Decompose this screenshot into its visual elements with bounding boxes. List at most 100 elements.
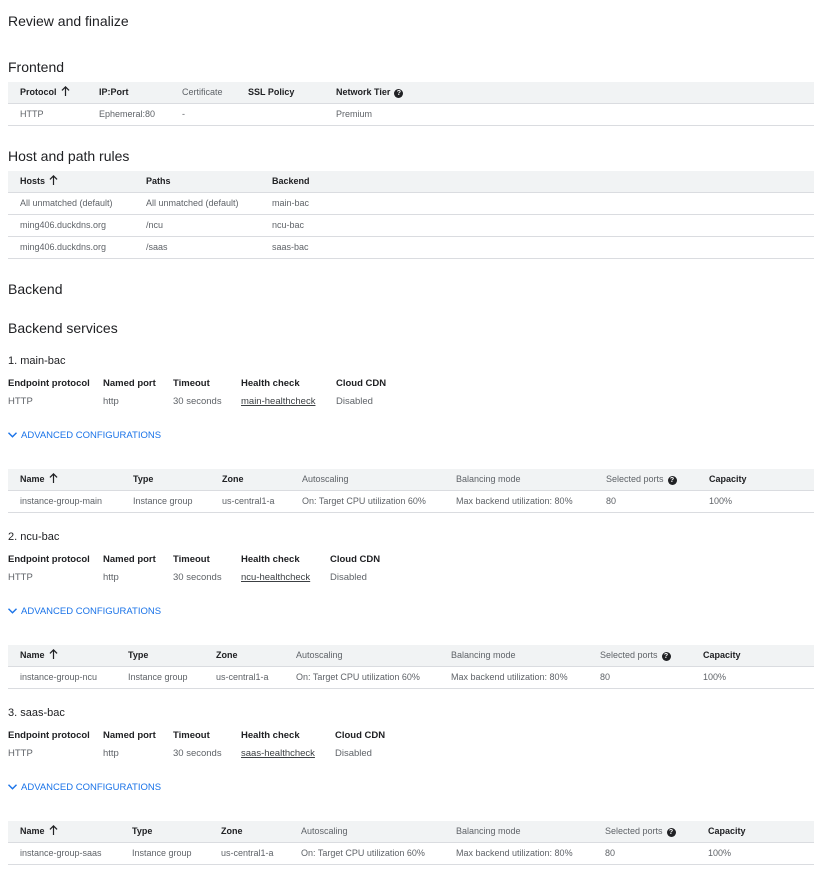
col-balancing-header: Balancing mode (451, 650, 516, 660)
named-port-label: Named port (103, 378, 156, 389)
table-header: Name Type Zone Autoscaling Balancing mod… (8, 821, 814, 843)
health-check-label: Health check (241, 730, 300, 741)
cell-name: instance-group-main (20, 496, 103, 506)
col-label: Hosts (20, 176, 46, 186)
cell-capacity: 100% (709, 496, 733, 506)
col-ipport-header: IP:Port (99, 87, 129, 97)
col-autoscaling-header: Autoscaling (296, 650, 343, 660)
health-check-link[interactable]: ncu-healthcheck (241, 572, 310, 583)
advanced-label: ADVANCED CONFIGURATIONS (21, 606, 162, 617)
col-label: Selected ports (600, 650, 658, 660)
col-networktier-header: Network Tier? (336, 82, 404, 103)
col-label: Name (20, 826, 45, 836)
cell-networktier: Premium (336, 109, 373, 119)
advanced-configurations-toggle[interactable]: ADVANCED CONFIGURATIONS (8, 782, 161, 793)
chevron-down-icon (8, 608, 17, 614)
health-check-link[interactable]: main-healthcheck (241, 396, 315, 407)
cell-backend: ncu-bac (272, 220, 305, 230)
backend-heading: Backend (8, 281, 63, 297)
named-port-value: http (103, 572, 119, 583)
col-backend-header: Backend (272, 176, 310, 186)
table-header: Name Type Zone Autoscaling Balancing mod… (8, 645, 814, 667)
col-name-header[interactable]: Name (20, 645, 58, 666)
col-label: Name (20, 650, 45, 660)
col-label: Selected ports (605, 826, 663, 836)
col-label: Network Tier (336, 87, 391, 97)
col-paths-header: Paths (146, 176, 171, 186)
help-icon[interactable]: ? (667, 476, 677, 485)
cell-autoscaling: On: Target CPU utilization 60% (302, 496, 426, 506)
endpoint-protocol-label: Endpoint protocol (8, 554, 90, 565)
advanced-configurations-toggle[interactable]: ADVANCED CONFIGURATIONS (8, 430, 161, 441)
col-label: Name (20, 474, 45, 484)
backend-services-heading: Backend services (8, 320, 118, 336)
cell-zone: us-central1-a (221, 848, 274, 858)
table-header: Hosts Paths Backend (8, 171, 814, 193)
cell-zone: us-central1-a (216, 672, 269, 682)
sort-up-icon (49, 175, 58, 185)
host-rules-heading: Host and path rules (8, 148, 130, 164)
host-rules-table: Hosts Paths Backend All unmatched (defau… (8, 171, 814, 259)
cell-type: Instance group (128, 672, 188, 682)
named-port-value: http (103, 748, 119, 759)
col-autoscaling-header: Autoscaling (301, 826, 348, 836)
timeout-label: Timeout (173, 730, 210, 741)
cloud-cdn-label: Cloud CDN (330, 554, 381, 565)
frontend-table: Protocol IP:Port Certificate SSL Policy … (8, 82, 814, 126)
help-icon[interactable]: ? (661, 652, 671, 661)
table-row: HTTP Ephemeral:80 - Premium (8, 104, 814, 126)
table-row: ming406.duckdns.org /saas saas-bac (8, 237, 814, 259)
cloud-cdn-label: Cloud CDN (335, 730, 386, 741)
health-check-label: Health check (241, 378, 300, 389)
endpoint-protocol-value: HTTP (8, 748, 33, 759)
col-type-header: Type (133, 474, 154, 484)
page-title: Review and finalize (8, 13, 129, 29)
cell-hosts: All unmatched (default) (20, 198, 113, 208)
cell-capacity: 100% (708, 848, 732, 858)
col-balancing-header: Balancing mode (456, 826, 521, 836)
col-name-header[interactable]: Name (20, 821, 58, 842)
col-type-header: Type (132, 826, 153, 836)
cloud-cdn-label: Cloud CDN (336, 378, 387, 389)
service-title: 2. ncu-bac (8, 531, 60, 543)
cell-certificate: - (182, 109, 185, 119)
cloud-cdn-value: Disabled (336, 396, 373, 407)
col-sslpolicy-header: SSL Policy (248, 87, 295, 97)
cell-paths: /ncu (146, 220, 164, 230)
col-zone-header: Zone (221, 826, 243, 836)
col-selected-ports-header: Selected ports? (600, 645, 671, 666)
col-selected-ports-header: Selected ports? (605, 821, 676, 842)
table-header: Protocol IP:Port Certificate SSL Policy … (8, 82, 814, 104)
named-port-label: Named port (103, 730, 156, 741)
sort-up-icon (49, 649, 58, 659)
col-capacity-header: Capacity (708, 826, 746, 836)
col-capacity-header: Capacity (709, 474, 747, 484)
col-hosts-header[interactable]: Hosts (20, 171, 58, 192)
cell-zone: us-central1-a (222, 496, 275, 506)
cell-autoscaling: On: Target CPU utilization 60% (301, 848, 425, 858)
cell-balancing: Max backend utilization: 80% (451, 672, 568, 682)
col-protocol-header[interactable]: Protocol (20, 82, 70, 103)
col-type-header: Type (128, 650, 149, 660)
help-icon[interactable]: ? (394, 89, 404, 98)
cell-backend: main-bac (272, 198, 310, 208)
timeout-value: 30 seconds (173, 396, 222, 407)
col-name-header[interactable]: Name (20, 469, 58, 490)
timeout-value: 30 seconds (173, 572, 222, 583)
cell-name: instance-group-saas (20, 848, 102, 858)
col-label: Selected ports (606, 474, 664, 484)
help-icon[interactable]: ? (666, 828, 676, 837)
cloud-cdn-value: Disabled (335, 748, 372, 759)
col-zone-header: Zone (222, 474, 244, 484)
advanced-configurations-toggle[interactable]: ADVANCED CONFIGURATIONS (8, 606, 161, 617)
table-row: ming406.duckdns.org /ncu ncu-bac (8, 215, 814, 237)
cloud-cdn-value: Disabled (330, 572, 367, 583)
endpoint-protocol-label: Endpoint protocol (8, 730, 90, 741)
cell-type: Instance group (133, 496, 193, 506)
timeout-label: Timeout (173, 554, 210, 565)
cell-paths: /saas (146, 242, 168, 252)
health-check-link[interactable]: saas-healthcheck (241, 748, 315, 759)
timeout-value: 30 seconds (173, 748, 222, 759)
col-certificate-header: Certificate (182, 87, 223, 97)
instance-group-table: Name Type Zone Autoscaling Balancing mod… (8, 821, 814, 865)
